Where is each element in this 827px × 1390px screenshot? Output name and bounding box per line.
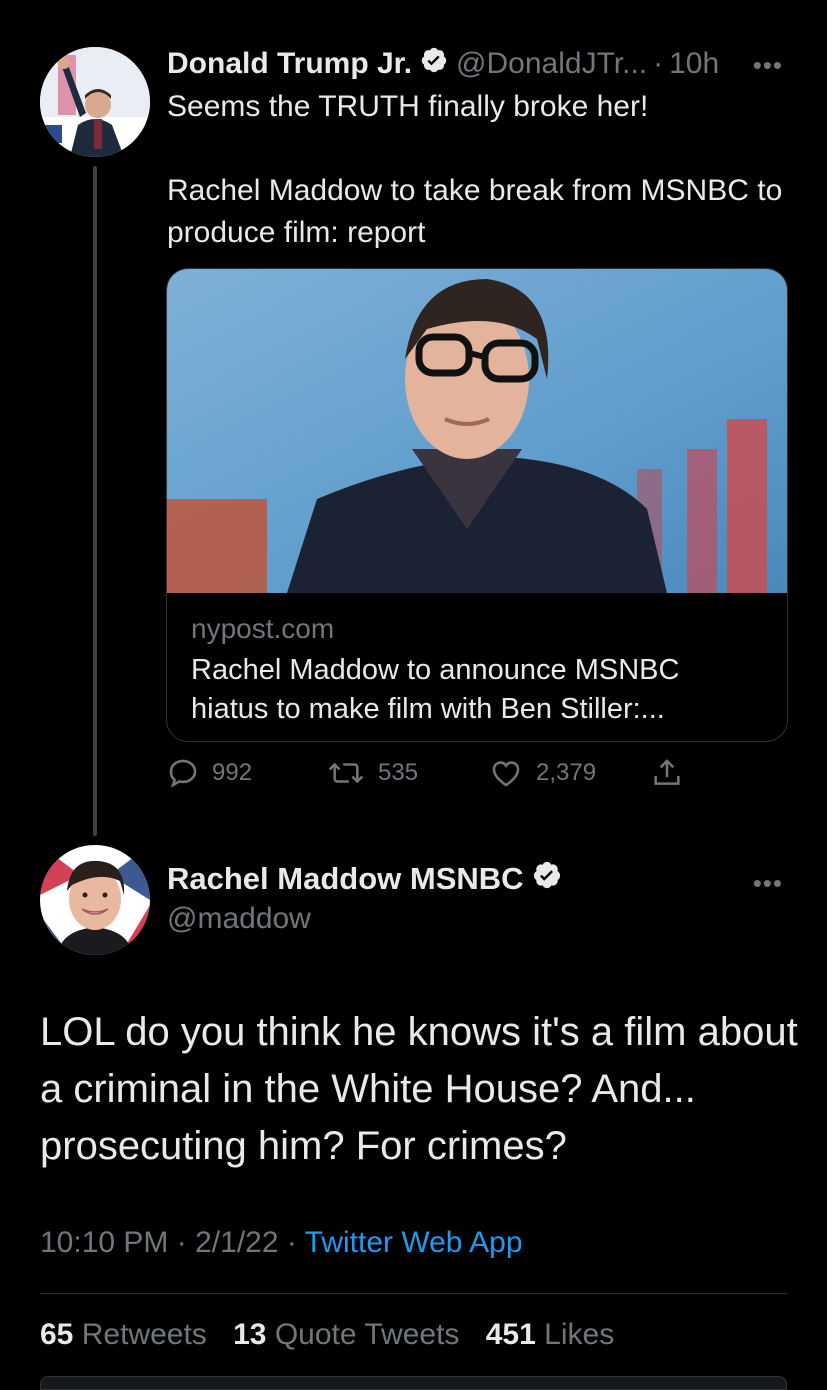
reply-button[interactable]: 992 xyxy=(166,756,252,790)
tweet-text-line: Rachel Maddow to take break from MSNBC t… xyxy=(167,174,783,249)
tweet-text: Seems the TRUTH finally broke her! Rache… xyxy=(167,86,797,254)
likes-label: Likes xyxy=(544,1318,615,1351)
retweet-button[interactable]: 535 xyxy=(326,756,418,790)
tweet-time[interactable]: 10h xyxy=(669,47,719,81)
more-options-icon[interactable]: ••• xyxy=(753,868,783,899)
retweets-count: 65 xyxy=(40,1318,74,1351)
author-handle[interactable]: @maddow xyxy=(167,902,311,936)
author-avatar[interactable] xyxy=(40,845,150,955)
tweet-header: Donald Trump Jr. @DonaldJTr... · 10h xyxy=(167,42,787,86)
share-icon xyxy=(654,759,680,785)
source-app-link[interactable]: Twitter Web App xyxy=(305,1226,523,1259)
retweets-label: Retweets xyxy=(81,1318,207,1351)
bottom-bar xyxy=(40,1376,787,1390)
engagement-stats: 65 Retweets 13 Quote Tweets 451 Likes xyxy=(40,1318,632,1352)
author-name-row: Rachel Maddow MSNBC xyxy=(167,860,570,898)
like-count: 2,379 xyxy=(536,759,597,786)
separator-dot: · xyxy=(286,1226,297,1259)
retweets-stat[interactable]: 65 Retweets xyxy=(40,1318,207,1351)
quotes-label: Quote Tweets xyxy=(274,1318,460,1351)
card-image xyxy=(167,269,787,593)
more-options-icon[interactable]: ••• xyxy=(753,50,783,81)
reply-count: 992 xyxy=(212,759,253,786)
quotes-count: 13 xyxy=(233,1318,267,1351)
verified-badge-icon xyxy=(532,860,562,898)
tweet-date[interactable]: 2/1/22 xyxy=(195,1226,278,1259)
separator-dot: · xyxy=(176,1226,187,1259)
like-icon xyxy=(492,761,520,787)
tweet-meta: 10:10 PM · 2/1/22 · Twitter Web App xyxy=(40,1226,523,1260)
like-button[interactable]: 2,379 xyxy=(488,756,596,790)
share-button[interactable] xyxy=(650,756,696,790)
tweet-text-line: Seems the TRUTH finally broke her! xyxy=(167,90,649,123)
author-name[interactable]: Rachel Maddow MSNBC xyxy=(167,861,524,897)
avatar-image xyxy=(40,845,150,955)
verified-badge-icon xyxy=(420,46,448,82)
card-domain: nypost.com xyxy=(191,613,335,644)
thread-connector xyxy=(93,166,97,836)
author-avatar[interactable] xyxy=(40,47,150,157)
quote-tweets-stat[interactable]: 13 Quote Tweets xyxy=(233,1318,459,1351)
reply-icon xyxy=(169,759,197,788)
card-title: Rachel Maddow to announce MSNBC hiatus t… xyxy=(191,654,680,725)
tweet-text: LOL do you think he knows it's a film ab… xyxy=(40,1010,798,1168)
retweet-icon xyxy=(328,762,364,784)
separator-dot: · xyxy=(653,47,664,80)
tweet-actions: 992 535 2,379 xyxy=(166,756,706,800)
divider xyxy=(40,1293,787,1294)
likes-count: 451 xyxy=(485,1318,536,1351)
retweet-count: 535 xyxy=(378,759,419,786)
avatar-image xyxy=(40,47,150,157)
likes-stat[interactable]: 451 Likes xyxy=(486,1318,614,1351)
author-name[interactable]: Donald Trump Jr. xyxy=(167,47,412,81)
author-handle[interactable]: @DonaldJTr... xyxy=(456,47,647,81)
link-preview-card[interactable]: nypost.com Rachel Maddow to announce MSN… xyxy=(166,268,788,742)
tweet-time[interactable]: 10:10 PM xyxy=(40,1226,168,1259)
